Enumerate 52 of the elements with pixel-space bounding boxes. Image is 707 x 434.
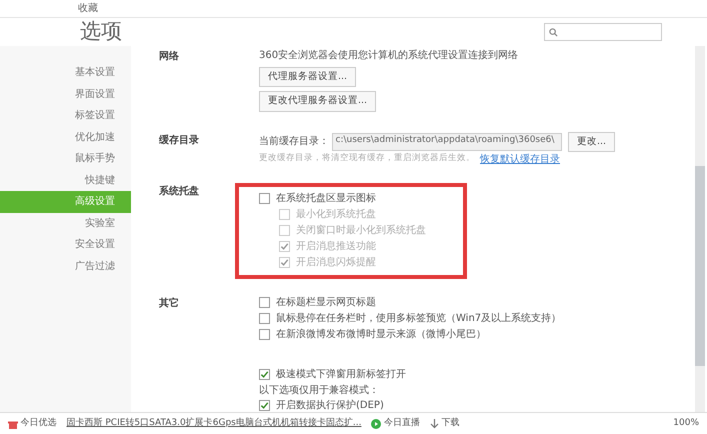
scrollbar[interactable] <box>695 46 705 412</box>
download-icon <box>430 418 439 428</box>
checkbox[interactable] <box>259 313 270 324</box>
sidebar-item[interactable]: 标签设置 <box>0 105 131 126</box>
checkbox-label: 开启消息推送功能 <box>296 240 376 254</box>
sidebar-item[interactable]: 鼠标手势 <box>0 148 131 170</box>
sidebar-item[interactable]: 实验室 <box>0 212 131 234</box>
checkbox-label: 开启消息闪烁提醒 <box>296 256 376 270</box>
restore-default-link[interactable]: 恢复默认缓存目录 <box>480 152 560 167</box>
news-link[interactable]: 固卡西斯 PCIE转5口SATA3.0扩展卡6Gps电脑台式机机箱转接卡固态扩... <box>66 416 362 430</box>
status-label[interactable]: 下载 <box>441 416 460 430</box>
checkbox-label: 鼠标悬停在任务栏时，使用多标签预览（Win7及以上系统支持） <box>276 312 562 326</box>
sidebar-item[interactable]: 界面设置 <box>0 84 131 105</box>
hint-text: 更改缓存目录，将清空现有缓存，重启浏览器后生效。 <box>259 152 475 165</box>
checkbox-label: 极速模式下弹窗用新标签打开 <box>276 368 406 382</box>
settings-button[interactable]: 更改代理服务器设置... <box>259 91 376 112</box>
checkbox[interactable] <box>259 193 270 204</box>
checkbox[interactable] <box>259 369 270 380</box>
description-text: 360安全浏览器会使用您计算机的系统代理设置连接到网络 <box>259 48 518 63</box>
section-label: 其它 <box>159 296 180 311</box>
change-button[interactable]: 更改... <box>568 132 616 152</box>
section-label: 缓存目录 <box>159 134 200 148</box>
section-label: 系统托盘 <box>159 184 200 199</box>
checkbox[interactable] <box>259 329 270 340</box>
checkbox-label: 关闭窗口时最小化到系统托盘 <box>296 224 426 238</box>
checkbox[interactable] <box>259 297 270 308</box>
gift-icon <box>8 418 18 428</box>
checkbox-label: 开启数据执行保护(DEP) <box>276 398 384 412</box>
live-icon <box>371 418 382 428</box>
checkbox[interactable] <box>259 400 270 412</box>
sidebar-item[interactable]: 安全设置 <box>0 234 131 256</box>
status-label[interactable]: 今日直播 <box>384 416 420 430</box>
field-label: 当前缓存目录： <box>259 134 329 150</box>
settings-button[interactable]: 代理服务器设置... <box>259 67 356 88</box>
sidebar-item[interactable]: 高级设置 <box>0 191 131 212</box>
search-icon <box>549 28 558 36</box>
checkbox-label: 在标题栏显示网页标题 <box>276 296 376 310</box>
sidebar-item[interactable]: 基本设置 <box>0 62 131 84</box>
description-text: 以下选项仅用于兼容模式： <box>259 384 380 398</box>
bookmark-link[interactable]: 收藏 <box>78 1 98 16</box>
page-title: 选项 <box>80 18 122 46</box>
zoom-level[interactable]: 100% <box>673 416 699 430</box>
checkbox-label: 在系统托盘区显示图标 <box>276 192 376 206</box>
sidebar-item[interactable]: 优化加速 <box>0 126 131 148</box>
path-field[interactable]: c:\users\administrator\appdata\roaming\360se6\ <box>332 132 562 151</box>
sidebar-item[interactable]: 快捷键 <box>0 170 131 191</box>
checkbox-label: 在新浪微博发布微博时显示来源（微博小尾巴） <box>276 328 486 342</box>
section-label: 网络 <box>159 50 180 64</box>
status-label[interactable]: 今日优选 <box>20 416 56 430</box>
search-field[interactable] <box>544 23 662 41</box>
checkbox-label: 最小化到系统托盘 <box>296 208 376 222</box>
sidebar-item[interactable]: 广告过滤 <box>0 256 131 277</box>
